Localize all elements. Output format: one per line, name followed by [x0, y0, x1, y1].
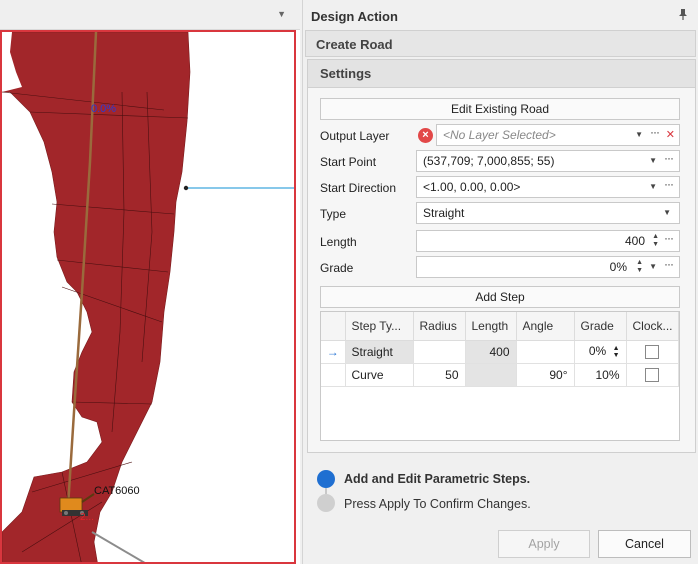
table-row[interactable]: Curve 50 90° 10% [321, 363, 679, 387]
ellipsis-icon[interactable]: ··· [664, 228, 674, 248]
chevron-down-icon[interactable]: ▼ [649, 151, 657, 171]
grade-input[interactable]: 0% ▲ ▼ ▼ ··· [416, 256, 680, 278]
design-viewport[interactable]: ▼ 2... 0.0% CAT6060 [0, 0, 300, 564]
start-point-label: Start Point [320, 155, 377, 169]
step-inactive-indicator-icon [317, 494, 335, 512]
apply-button[interactable]: Apply [498, 530, 590, 558]
length-label: Length [320, 235, 357, 249]
section-title: Create Road [305, 30, 696, 57]
ellipsis-icon[interactable]: ··· [664, 148, 674, 168]
clockwise-cell[interactable] [626, 363, 679, 387]
clockwise-cell[interactable] [626, 340, 679, 364]
terrain-graphic: 2... [2, 32, 294, 562]
type-value: Straight [423, 206, 465, 220]
step-type-cell[interactable]: Curve [345, 363, 414, 387]
ellipsis-icon[interactable]: ··· [650, 122, 660, 142]
column-header[interactable]: Radius [413, 312, 466, 341]
type-select[interactable]: Straight ▼ [416, 202, 680, 224]
pin-icon[interactable] [678, 8, 688, 23]
cancel-button[interactable]: Cancel [598, 530, 691, 558]
grade-label: Grade [320, 261, 354, 275]
error-icon: × [418, 128, 433, 143]
output-layer-label: Output Layer [320, 129, 390, 143]
viewport-canvas[interactable]: 2... 0.0% CAT6060 [0, 30, 296, 564]
output-layer-select[interactable]: <No Layer Selected> ▼ ··· ✕ [436, 124, 680, 146]
clear-icon[interactable]: ✕ [666, 125, 675, 145]
machine-label: CAT6060 [94, 485, 140, 497]
spin-stepper-icon[interactable]: ▲ ▼ [636, 259, 643, 275]
angle-cell[interactable] [516, 340, 575, 364]
length-value: 400 [624, 234, 645, 248]
clockwise-checkbox[interactable] [645, 367, 660, 382]
clockwise-checkbox[interactable] [645, 344, 660, 359]
panel-title: Design Action [303, 0, 698, 30]
column-header[interactable]: Step Ty... [345, 312, 414, 341]
length-cell[interactable] [465, 363, 517, 387]
edit-existing-road-button[interactable]: Edit Existing Road [320, 98, 680, 120]
grade-cell-value: 0% [588, 344, 607, 359]
start-direction-field[interactable]: <1.00, 0.00, 0.00> ▼ ··· [416, 176, 680, 198]
chevron-down-icon[interactable]: ▼ [277, 9, 286, 19]
svg-text:2...: 2... [80, 512, 94, 523]
step-1-text: Add and Edit Parametric Steps. [344, 472, 531, 486]
current-row-arrow-icon: → [321, 340, 346, 364]
create-road-section: Create Road [305, 30, 696, 57]
table-header-row: Step Ty... Radius Length Angle Grade Clo… [321, 312, 679, 341]
step-type-cell[interactable]: Straight [345, 340, 414, 364]
radius-cell[interactable]: 50 [413, 363, 466, 387]
length-input[interactable]: 400 ▲ ▼ ··· [416, 230, 680, 252]
step-2-text: Press Apply To Confirm Changes. [344, 497, 531, 511]
type-label: Type [320, 207, 347, 221]
spin-stepper-icon[interactable]: ▲ ▼ [652, 233, 659, 249]
ellipsis-icon[interactable]: ··· [664, 174, 674, 194]
chevron-down-icon[interactable]: ▼ [649, 177, 657, 197]
settings-title: Settings [308, 60, 695, 88]
radius-cell[interactable] [413, 340, 466, 364]
start-direction-label: Start Direction [320, 181, 397, 195]
column-header[interactable]: Length [465, 312, 517, 341]
ellipsis-icon[interactable]: ··· [664, 254, 674, 274]
start-direction-value: <1.00, 0.00, 0.00> [423, 180, 521, 194]
spin-stepper-icon[interactable]: ▲ ▼ [613, 345, 620, 359]
output-layer-placeholder: <No Layer Selected> [443, 128, 556, 142]
angle-cell[interactable]: 90° [516, 363, 575, 387]
chevron-down-icon[interactable]: ▼ [663, 203, 671, 223]
grade-value: 0% [609, 260, 627, 274]
row-marker-cell [321, 363, 346, 387]
grade-overlay-label: 0.0% [91, 103, 117, 115]
length-cell[interactable]: 400 [465, 340, 517, 364]
table-row[interactable]: → Straight 400 0% ▲ ▼ [321, 340, 679, 364]
row-marker-header [321, 312, 346, 341]
start-point-value: (537,709; 7,000,855; 55) [423, 154, 555, 168]
grade-cell[interactable]: 10% [574, 363, 627, 387]
column-header[interactable]: Angle [516, 312, 575, 341]
column-header[interactable]: Clock... [626, 312, 679, 341]
viewport-header: ▼ [0, 0, 300, 30]
chevron-down-icon[interactable]: ▼ [649, 257, 657, 277]
start-point-field[interactable]: (537,709; 7,000,855; 55) ▼ ··· [416, 150, 680, 172]
grade-cell[interactable]: 0% ▲ ▼ [574, 340, 627, 364]
chevron-down-icon[interactable]: ▼ [635, 125, 643, 145]
settings-group: Settings Edit Existing Road Output Layer… [307, 59, 696, 453]
column-header[interactable]: Grade [574, 312, 627, 341]
step-active-indicator-icon [317, 470, 335, 488]
add-step-button[interactable]: Add Step [320, 286, 680, 308]
design-action-panel: Design Action Create Road Settings Edit … [302, 0, 698, 564]
app-window: ▼ 2... 0.0% CAT6060 Design Action Create… [0, 0, 698, 564]
steps-table: Step Ty... Radius Length Angle Grade Clo… [320, 311, 680, 441]
panel-title-text: Design Action [311, 9, 398, 24]
